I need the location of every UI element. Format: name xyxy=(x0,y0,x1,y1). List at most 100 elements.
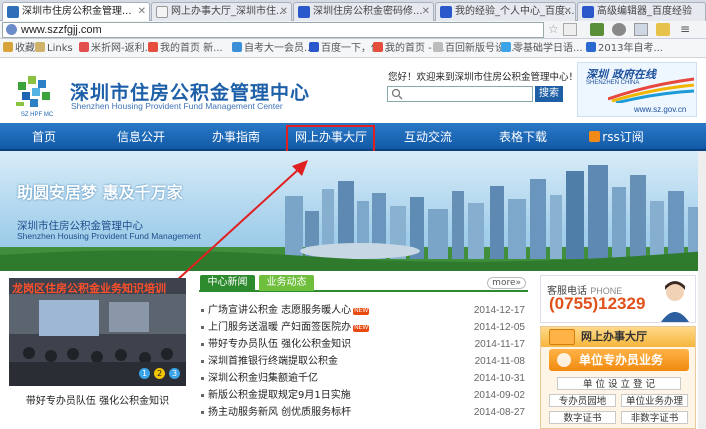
nav-item-rss[interactable]: rss订阅 xyxy=(585,123,645,151)
search-icon xyxy=(391,88,403,100)
bookmark-item[interactable]: 零基础学日语... xyxy=(501,42,583,55)
nav-item-interaction[interactable]: 互动交流 xyxy=(397,123,459,151)
bookmark-label: 米折网-返利... xyxy=(91,43,155,54)
news-title: 广场宣讲公积金 志愿服务暖人心 NEW xyxy=(208,302,370,319)
lock-icon[interactable] xyxy=(656,23,670,36)
extension-icon[interactable] xyxy=(590,23,604,36)
tab-business-news[interactable]: 业务动态 xyxy=(259,275,314,291)
list-item[interactable]: 深圳公积金归集额逾千亿 2014-10-31 xyxy=(199,370,528,387)
hero-slogan: 助圆安居梦 惠及千万家 xyxy=(17,183,183,202)
list-item[interactable]: 广场宣讲公积金 志愿服务暖人心 NEW 2014-12-17 xyxy=(199,302,528,319)
list-item[interactable]: 深圳首推银行终端提取公积金 2014-11-08 xyxy=(199,353,528,370)
unit-agent-business-button[interactable]: 单位专办员业务 xyxy=(549,349,689,371)
list-item[interactable]: 上门服务送温暖 产妇面签医院办 NEW 2014-12-05 xyxy=(199,319,528,336)
bookmark-item[interactable]: 2013年自考... xyxy=(586,42,663,55)
news-title: 新版公积金提取规定9月1日实施 xyxy=(208,390,351,401)
close-tab-icon[interactable]: ✕ xyxy=(138,3,146,20)
bullet-icon xyxy=(201,377,204,380)
news-date: 2014-12-05 xyxy=(473,322,525,333)
news-date: 2014-11-08 xyxy=(474,356,525,367)
news-date: 2014-09-02 xyxy=(473,390,525,401)
close-tab-icon[interactable]: ✕ xyxy=(422,3,430,20)
url-field[interactable]: www.szzfgjj.com xyxy=(2,22,544,38)
pointer-icon xyxy=(557,353,571,367)
bullet-icon xyxy=(201,309,204,312)
hotline-number: (0755)12329 xyxy=(549,294,646,313)
menu-icon[interactable]: ≡ xyxy=(680,22,690,36)
bullet-icon xyxy=(201,394,204,397)
bookmark-label: 我的首页 新... xyxy=(160,43,223,54)
close-tab-icon[interactable]: ✕ xyxy=(280,3,288,20)
unit-agent-business-label: 单位专办员业务 xyxy=(579,353,664,367)
bookmark-label: 零基础学日语... xyxy=(513,43,583,54)
browser-tab[interactable]: 网上办事大厅_深圳市住... ✕ xyxy=(151,2,292,21)
news-date: 2014-12-17 xyxy=(473,305,525,316)
slide-dot-3[interactable]: 3 xyxy=(169,368,180,379)
welcome-text: 您好！欢迎来到深圳市住房公积金管理中心！ xyxy=(388,72,579,83)
highlight-box xyxy=(286,125,375,154)
hero-org-en: Shenzhen Housing Provident Fund Manageme… xyxy=(17,231,201,241)
tab-center-news[interactable]: 中心新闻 xyxy=(200,275,255,291)
news-title: 深圳首推银行终端提取公积金 xyxy=(208,356,338,367)
news-photo-link[interactable]: 带好专办员队伍 强化公积金知识 xyxy=(9,392,186,407)
tab-label: 深圳市住房公积金管理... xyxy=(22,6,132,17)
agent-zone-link[interactable]: 专办员园地 xyxy=(549,394,616,407)
download-icon[interactable] xyxy=(612,23,626,36)
browser-tab[interactable]: 我的经验_个人中心_百度... ✕ xyxy=(435,2,576,21)
bookmark-label: 自考大一会员... xyxy=(244,43,314,54)
search-input[interactable] xyxy=(387,86,533,102)
list-item[interactable]: 扬主动服务新风 创优质服务标杆 2014-08-27 xyxy=(199,404,528,421)
news-tabs: 中心新闻 业务动态 more» xyxy=(199,275,528,292)
site-logo[interactable]: SZ HPF MC xyxy=(12,66,62,120)
screenshot-icon[interactable] xyxy=(634,23,648,36)
digital-certificate-link[interactable]: 数字证书 xyxy=(549,411,616,424)
bookmark-item[interactable]: 自考大一会员... xyxy=(232,42,314,55)
browser-tab[interactable]: 深圳住房公积金密码修... ✕ xyxy=(293,2,434,21)
slide-dot-1[interactable]: 1 xyxy=(139,368,150,379)
nav-item-home[interactable]: 首页 xyxy=(18,123,70,151)
page-icon xyxy=(156,6,168,18)
list-item[interactable]: 带好专办员队伍 强化公积金知识 2014-11-17 xyxy=(199,336,528,353)
star-icon[interactable]: ☆ xyxy=(548,22,559,36)
nav-item-info[interactable]: 信息公开 xyxy=(110,123,172,151)
news-date: 2014-11-17 xyxy=(474,339,525,350)
non-digital-certificate-link[interactable]: 非数字证书 xyxy=(621,411,688,424)
list-item[interactable]: 新版公积金提取规定9月1日实施 2014-09-02 xyxy=(199,387,528,404)
bookmark-item[interactable]: Links xyxy=(35,42,73,55)
bookmark-item[interactable]: 收藏 xyxy=(3,42,35,55)
close-tab-icon[interactable]: ✕ xyxy=(564,3,572,20)
scrollbar[interactable] xyxy=(698,151,706,429)
bookmark-label: 2013年自考... xyxy=(598,43,663,54)
browser-tab[interactable]: 深圳市住房公积金管理... ✕ xyxy=(2,2,150,22)
bookmark-icon xyxy=(373,42,383,52)
unit-business-link[interactable]: 单位业务办理 xyxy=(621,394,688,407)
reader-icon[interactable] xyxy=(563,23,577,36)
unit-registration-link[interactable]: 单 位 设 立 登 记 xyxy=(557,377,681,390)
shenzhen-gov-banner[interactable]: 深圳 政府在线 SHENZHEN CHINA www.sz.gov.cn xyxy=(577,62,697,117)
browser-tab[interactable]: 高级编辑器_百度经验 xyxy=(577,2,706,21)
computer-icon xyxy=(549,329,575,345)
bullet-icon xyxy=(201,343,204,346)
new-badge: NEW xyxy=(353,308,370,315)
bookmarks-bar: 收藏 Links 米折网-返利... 我的首页 新... 自考大一会员... 百… xyxy=(0,39,706,58)
news-title: 带好专办员队伍 强化公积金知识 xyxy=(208,339,352,350)
nav-item-guide[interactable]: 办事指南 xyxy=(205,123,267,151)
tab-label: 我的经验_个人中心_百度... xyxy=(455,6,575,17)
paw-icon xyxy=(582,6,594,18)
slide-dot-2[interactable]: 2 xyxy=(154,368,165,379)
banner-url-text: www.sz.gov.cn xyxy=(634,105,687,114)
bookmark-icon xyxy=(232,42,242,52)
news-photo[interactable]: 龙岗区住房公积金业务知识培训 1 2 3 xyxy=(9,278,186,386)
bullet-icon xyxy=(201,411,204,414)
tab-label: 深圳住房公积金密码修... xyxy=(313,6,423,17)
bookmark-item[interactable]: 米折网-返利... xyxy=(79,42,154,55)
news-title: 深圳公积金归集额逾千亿 xyxy=(208,373,318,384)
nav-item-forms[interactable]: 表格下载 xyxy=(492,123,554,151)
bookmark-icon xyxy=(501,42,511,52)
ie-icon xyxy=(586,42,596,52)
news-date: 2014-08-27 xyxy=(473,407,525,418)
search-button[interactable]: 搜索 xyxy=(535,86,563,102)
rss-label: rss订阅 xyxy=(602,130,644,144)
bookmark-item[interactable]: 我的首页 新... xyxy=(148,42,223,55)
more-link[interactable]: more» xyxy=(487,277,526,289)
